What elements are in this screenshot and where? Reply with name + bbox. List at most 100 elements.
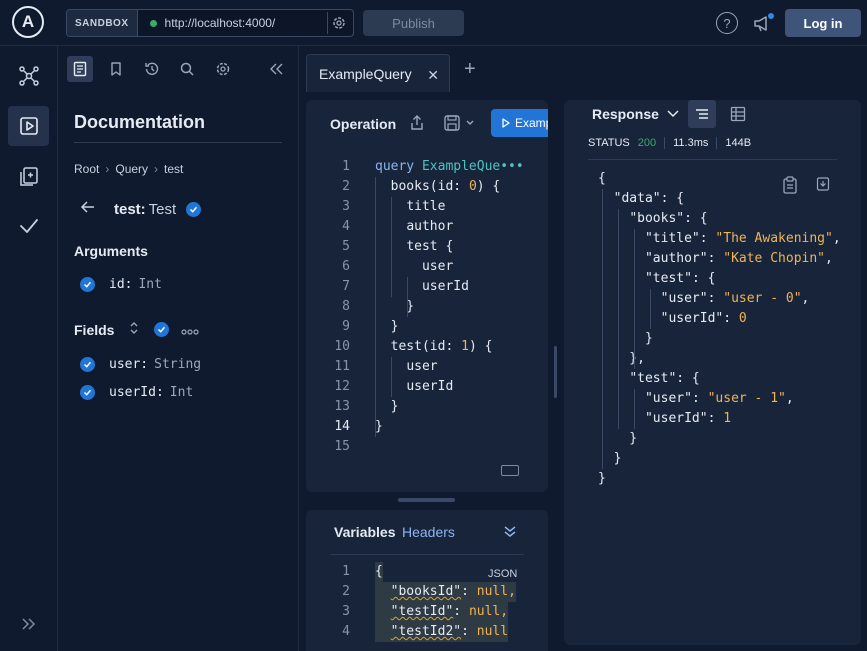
json-punct <box>598 391 645 406</box>
code-line: 4 "testId2": null <box>306 622 548 642</box>
share-icon[interactable] <box>408 114 426 137</box>
code-text: books(id: 0) { <box>375 177 501 197</box>
field-row[interactable]: userId: Int <box>80 385 193 400</box>
breadcrumb-root[interactable]: Root <box>74 162 99 176</box>
indent-guide <box>634 389 635 429</box>
json-punct: : <box>676 371 685 386</box>
json-punct: : <box>723 311 732 326</box>
back-arrow-icon[interactable] <box>80 200 96 218</box>
save-icon[interactable] <box>443 114 477 137</box>
operation-collections-icon[interactable] <box>8 156 49 196</box>
json-punct: : <box>699 231 708 246</box>
breadcrumb-query[interactable]: Query <box>115 162 148 176</box>
apollo-logo[interactable]: A <box>12 6 44 38</box>
json-punct: { <box>691 211 708 226</box>
code-line: 14} <box>306 417 548 437</box>
code-token: ExampleQue••• <box>421 159 524 174</box>
code-token: : <box>453 604 469 619</box>
panel-resize-handle[interactable] <box>398 498 455 502</box>
json-key: "userId" <box>660 311 724 326</box>
response-line: "user": "user - 0", <box>598 289 810 309</box>
variable-key: "testId" <box>390 604 454 619</box>
field-check-icon[interactable] <box>80 385 95 400</box>
json-view-icon[interactable] <box>688 100 716 128</box>
line-number: 2 <box>342 179 350 194</box>
field-included-check-icon[interactable] <box>186 201 202 217</box>
endpoint-url-box[interactable]: SANDBOX http://localhost:4000/ <box>66 9 354 37</box>
argument-row[interactable]: id: Int <box>80 277 162 292</box>
argument-type[interactable]: Int <box>138 277 161 292</box>
announcements-megaphone-icon[interactable] <box>752 12 776 34</box>
table-view-icon[interactable] <box>724 100 752 128</box>
run-operation-button[interactable]: Examp <box>491 109 548 137</box>
line-number: 11 <box>334 359 350 374</box>
code-token: books <box>390 179 430 194</box>
code-token: } <box>375 399 399 414</box>
code-token: ( <box>429 179 438 194</box>
help-icon[interactable]: ? <box>716 12 738 34</box>
vertical-resize-handle[interactable] <box>554 346 557 398</box>
run-button-label: Examp <box>515 116 548 130</box>
operation-panel: Operation Examp 1query ExampleQue•••2 bo… <box>306 100 548 492</box>
json-punct <box>598 251 645 266</box>
add-tab-icon[interactable]: + <box>464 58 476 81</box>
response-title-row[interactable]: Response <box>592 106 679 122</box>
breadcrumb-test: test <box>164 162 184 176</box>
keyboard-shortcuts-icon[interactable] <box>501 465 519 476</box>
code-text: user <box>375 357 437 377</box>
code-line: 12 userId <box>306 377 548 397</box>
json-number: 0 <box>738 311 747 326</box>
response-line: "data": { <box>598 189 684 209</box>
indent-guide <box>391 357 392 397</box>
json-punct <box>598 271 645 286</box>
history-icon[interactable] <box>139 56 165 82</box>
field-row[interactable]: user: String <box>80 357 201 372</box>
line-number: 1 <box>342 564 350 579</box>
code-token: { <box>437 239 454 254</box>
tab-variables[interactable]: Variables <box>334 524 396 540</box>
code-token: author <box>406 219 454 234</box>
tab-headers[interactable]: Headers <box>402 524 455 540</box>
sort-icon[interactable] <box>128 321 140 338</box>
meta-divider <box>664 137 666 149</box>
code-token: } <box>375 319 399 334</box>
checks-icon[interactable] <box>8 206 49 246</box>
copy-clipboard-icon[interactable] <box>782 176 798 199</box>
login-button[interactable]: Log in <box>785 9 861 37</box>
tab-example-query[interactable]: ExampleQuery ✕ <box>306 54 450 92</box>
collapse-panel-icon[interactable] <box>263 56 289 82</box>
field-name: user: <box>109 357 149 372</box>
field-type[interactable]: Int <box>170 385 193 400</box>
operation-editor[interactable]: 1 query ExampleQue••• 2 books(id: 0) {3 ti… <box>306 157 548 457</box>
response-line: "test": { <box>598 369 699 389</box>
settings-gear-icon[interactable] <box>210 56 236 82</box>
field-check-icon[interactable] <box>80 357 95 372</box>
more-options-icon[interactable] <box>181 322 200 338</box>
collapse-chevron-icon[interactable] <box>502 523 518 544</box>
expand-rail-icon[interactable] <box>8 604 49 644</box>
bookmark-icon[interactable] <box>103 56 129 82</box>
connection-settings-gear-icon[interactable] <box>327 12 349 34</box>
schema-icon[interactable] <box>8 56 49 96</box>
publish-button[interactable]: Publish <box>363 10 464 36</box>
documentation-tab-icon[interactable] <box>67 56 93 82</box>
response-size: 144B <box>725 137 752 149</box>
line-number: 1 <box>342 159 350 174</box>
argument-check-icon[interactable] <box>80 277 95 292</box>
code-line: 15 <box>306 437 548 457</box>
json-punct <box>700 391 708 406</box>
download-icon[interactable] <box>816 176 830 197</box>
variables-editor[interactable]: 1{2 "booksId": null, 3 "testId": null, 4 "… <box>306 562 548 642</box>
select-all-fields-check-icon[interactable] <box>154 322 170 337</box>
field-type[interactable]: String <box>154 357 201 372</box>
field-type[interactable]: Test <box>149 201 177 218</box>
explorer-icon[interactable] <box>8 106 49 146</box>
code-token: test <box>406 239 438 254</box>
close-tab-icon[interactable]: ✕ <box>427 67 439 84</box>
json-key: "user" <box>644 391 692 406</box>
field-header: test: Test <box>80 200 202 218</box>
search-icon[interactable] <box>174 56 200 82</box>
fields-heading: Fields <box>74 321 115 338</box>
endpoint-url-input[interactable]: http://localhost:4000/ <box>165 16 327 30</box>
